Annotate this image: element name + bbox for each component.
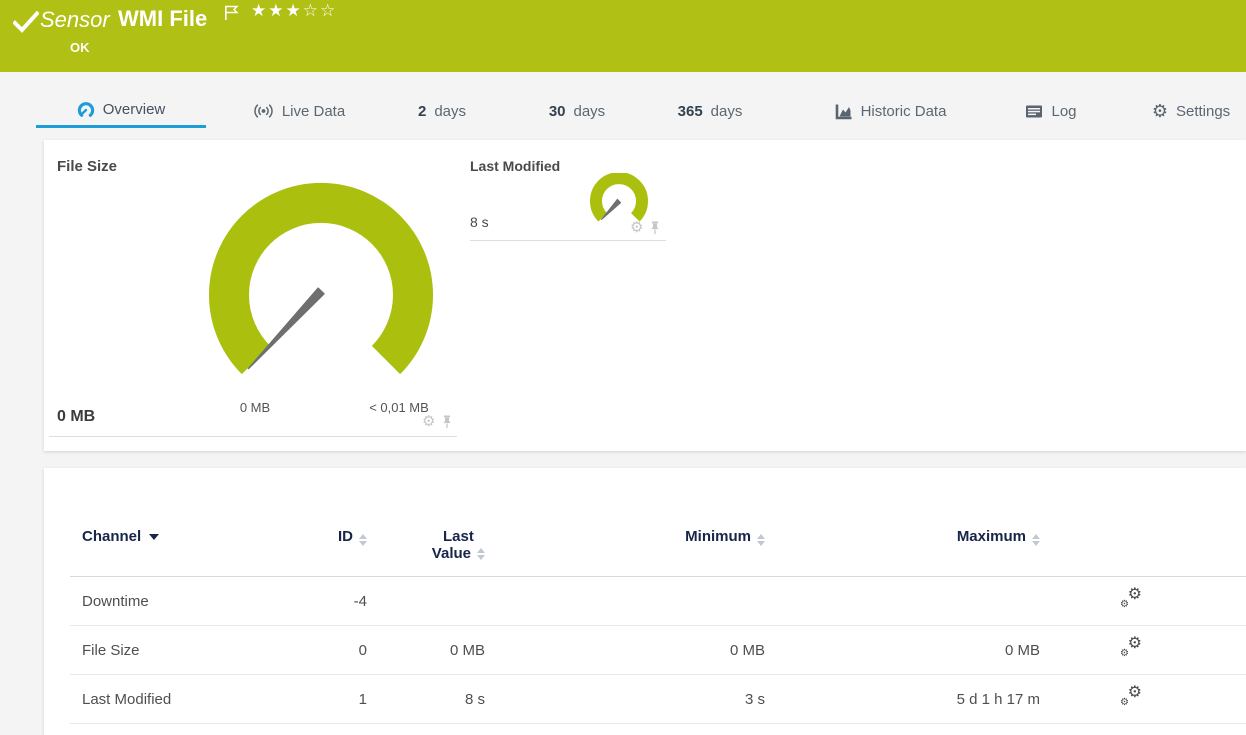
log-list-icon: [1026, 105, 1043, 117]
cell-id: 1: [300, 674, 367, 724]
column-header-last-value[interactable]: Last Value: [367, 468, 485, 577]
sort-icon: [359, 534, 367, 546]
panel-divider: [49, 436, 457, 437]
channel-table: Channel ID Last Value Minimum Maximum Do…: [70, 468, 1246, 724]
tab-30-days[interactable]: 30 days: [533, 94, 621, 128]
sort-icon: [477, 547, 485, 560]
column-header-minimum[interactable]: Minimum: [485, 468, 765, 577]
tab-2-days[interactable]: 2 days: [403, 94, 481, 128]
tab-settings[interactable]: ⚙ Settings: [1141, 94, 1241, 128]
cell-last-value: 8 s: [367, 674, 485, 724]
tab-365-days[interactable]: 365 days: [658, 94, 762, 128]
prtg-sensor-page: Sensor WMI File ★★★☆☆ OK Overview Live D…: [0, 0, 1246, 735]
gauges-card: File Size 0 MB < 0,01 MB 0 MB ⚙ Last Mod…: [44, 140, 1246, 451]
tab-label: Historic Data: [860, 102, 947, 120]
cell-id: 0: [300, 625, 367, 675]
tab-label: days: [710, 102, 743, 120]
channel-settings-gears-icon[interactable]: ⚙ ⚙: [1120, 587, 1142, 610]
stars-filled: ★★★: [251, 1, 303, 20]
channel-table-card: Channel ID Last Value Minimum Maximum Do…: [44, 468, 1246, 735]
sensor-status-badge: OK: [70, 40, 90, 55]
priority-stars[interactable]: ★★★☆☆: [251, 1, 337, 21]
tab-live-data[interactable]: Live Data: [238, 94, 360, 128]
table-row[interactable]: Downtime -4 ⚙ ⚙: [70, 576, 1246, 626]
gauge-tools: ⚙: [422, 414, 453, 429]
sensor-header: Sensor WMI File ★★★☆☆ OK: [0, 0, 1246, 72]
gauge-settings-gear-icon[interactable]: ⚙: [630, 220, 643, 235]
cell-minimum: [485, 576, 765, 626]
tab-log[interactable]: Log: [1013, 94, 1089, 128]
table-header-row: Channel ID Last Value Minimum Maximum: [70, 468, 1246, 577]
cell-last-value: 0 MB: [367, 625, 485, 675]
tab-label: days: [573, 102, 606, 120]
tab-label: Live Data: [281, 102, 346, 120]
table-row[interactable]: Last Modified 1 8 s 3 s 5 d 1 h 17 m ⚙ ⚙: [70, 674, 1246, 724]
cell-minimum: 3 s: [485, 674, 765, 724]
tab-historic-data[interactable]: Historic Data: [818, 94, 963, 128]
cell-channel[interactable]: Last Modified: [70, 674, 300, 724]
cell-maximum: [765, 576, 1040, 626]
gauge-title: Last Modified: [470, 158, 561, 174]
tab-label: Settings: [1175, 102, 1231, 120]
flag-icon[interactable]: [224, 5, 239, 21]
channel-settings-gears-icon[interactable]: ⚙ ⚙: [1120, 685, 1142, 708]
sensor-type-label: Sensor: [40, 7, 110, 32]
pin-icon[interactable]: [441, 415, 453, 429]
cell-minimum: 0 MB: [485, 625, 765, 675]
sort-caret-down-icon: [149, 534, 160, 540]
stars-empty: ☆☆: [302, 1, 338, 20]
column-header-channel[interactable]: Channel: [70, 468, 300, 577]
pin-icon[interactable]: [649, 221, 661, 235]
cell-channel[interactable]: File Size: [70, 625, 300, 675]
cell-id: -4: [300, 576, 367, 626]
status-ok-check-icon: [13, 11, 39, 33]
channel-settings-gears-icon[interactable]: ⚙ ⚙: [1120, 636, 1142, 659]
gauge-tools: ⚙: [630, 220, 661, 235]
sort-icon: [1032, 534, 1040, 546]
tab-number: 2: [417, 102, 427, 120]
tab-label: days: [434, 102, 467, 120]
gauge-current-value: 0 MB: [57, 408, 96, 425]
column-header-maximum[interactable]: Maximum: [765, 468, 1040, 577]
tab-number: 30: [548, 102, 566, 120]
tab-label: Log: [1051, 102, 1077, 120]
tab-label: Overview: [102, 101, 166, 118]
sensor-title: WMI File: [118, 6, 208, 31]
cell-maximum: 5 d 1 h 17 m: [765, 674, 1040, 724]
gauge-settings-gear-icon[interactable]: ⚙: [422, 414, 435, 429]
gauge-current-value: 8 s: [470, 214, 489, 230]
panel-divider: [470, 240, 666, 241]
cell-channel[interactable]: Downtime: [70, 576, 300, 626]
tab-overview[interactable]: Overview: [36, 94, 206, 128]
tab-bar: Overview Live Data 2 days 30 days 365 da…: [0, 94, 1246, 128]
tab-number: 365: [677, 102, 703, 120]
cell-maximum: 0 MB: [765, 625, 1040, 675]
live-broadcast-icon: [254, 104, 273, 118]
gauge-title: File Size: [57, 158, 118, 175]
gauge-icon: [77, 101, 94, 117]
column-header-id[interactable]: ID: [300, 468, 367, 577]
settings-gear-icon: ⚙: [1151, 101, 1168, 121]
gauge-min-label: 0 MB: [239, 400, 271, 415]
area-chart-icon: [835, 104, 852, 119]
sort-icon: [757, 534, 765, 546]
gauge-max-label: < 0,01 MB: [369, 400, 429, 415]
file-size-gauge: [209, 182, 433, 375]
cell-last-value: [367, 576, 485, 626]
table-row[interactable]: File Size 0 0 MB 0 MB 0 MB ⚙ ⚙: [70, 625, 1246, 675]
